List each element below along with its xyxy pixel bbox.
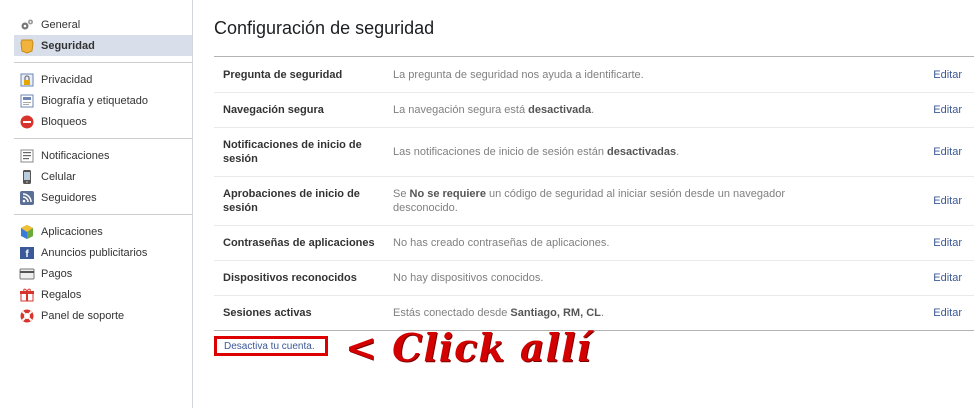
settings-row: Pregunta de seguridad La pregunta de segu… (214, 57, 974, 92)
gift-icon (19, 287, 35, 303)
lifebuoy-icon (19, 308, 35, 324)
sidebar-item-regalos[interactable]: Regalos (14, 284, 192, 305)
sidebar-group: General Seguridad (14, 0, 192, 63)
description-text: La navegación segura está (393, 104, 529, 116)
gears-icon (19, 17, 35, 33)
edit-link[interactable]: Editar (933, 272, 974, 284)
sidebar-item-label: General (41, 18, 81, 31)
sidebar-item-label: Anuncios publicitarios (41, 246, 148, 259)
sidebar-item-biografía-y-etiquetado[interactable]: Biografía y etiquetado (14, 90, 192, 111)
sidebar-item-bloqueos[interactable]: Bloqueos (14, 111, 192, 132)
notification-icon (19, 148, 35, 164)
setting-label: Pregunta de seguridad (223, 68, 343, 81)
setting-label: Notificaciones de inicio de sesión (223, 139, 362, 165)
sidebar-item-notificaciones[interactable]: Notificaciones (14, 145, 192, 166)
page-title: Configuración de seguridad (214, 18, 435, 38)
ads-icon: f (19, 245, 35, 261)
description-text: . (600, 307, 604, 319)
setting-description: Estás conectado desde Santiago, RM, CL. (393, 306, 803, 320)
sidebar-item-label: Pagos (41, 267, 73, 280)
setting-description: La pregunta de seguridad nos ayuda a ide… (393, 68, 803, 82)
security-settings-table: Pregunta de seguridad La pregunta de segu… (214, 56, 974, 331)
edit-link[interactable]: Editar (933, 69, 974, 81)
description-text: Las notificaciones de inicio de sesión e… (393, 146, 608, 158)
settings-sidebar: General Seguridad Privacidad Biografía y et… (0, 0, 193, 408)
sidebar-item-anuncios-publicitarios[interactable]: f Anuncios publicitarios (14, 242, 192, 263)
settings-row: Dispositivos reconocidos No hay dispositi… (214, 260, 974, 295)
setting-description: No hay dispositivos conocidos. (393, 271, 803, 285)
sidebar-item-aplicaciones[interactable]: Aplicaciones (14, 221, 192, 242)
shield-badge-icon (19, 38, 35, 54)
credit-card-icon (19, 266, 35, 282)
annotation-highlight-box: Desactiva tu cuenta. (214, 336, 328, 356)
click-here-annotation: < Click allí (345, 325, 592, 370)
sidebar-group: Notificaciones Celular Seguidores (14, 139, 192, 215)
description-text: No has creado contraseñas de aplicacione… (393, 237, 610, 249)
sidebar-item-seguridad[interactable]: Seguridad (14, 35, 192, 56)
sidebar-item-label: Regalos (41, 288, 82, 301)
sidebar-item-celular[interactable]: Celular (14, 166, 192, 187)
sidebar-item-panel-de-soporte[interactable]: Panel de soporte (14, 305, 192, 326)
sidebar-item-label: Aplicaciones (41, 225, 103, 238)
setting-label: Dispositivos reconocidos (223, 272, 357, 284)
rss-icon (19, 190, 35, 206)
sidebar-item-privacidad[interactable]: Privacidad (14, 69, 192, 90)
sidebar-item-label: Celular (41, 170, 76, 183)
sidebar-item-label: Seguridad (41, 39, 95, 52)
description-emphasis: desactivada (528, 104, 592, 116)
description-text: Se (393, 188, 410, 200)
settings-row: Navegación segura La navegación segura es… (214, 92, 974, 127)
setting-label: Contraseñas de aplicaciones (223, 237, 375, 249)
description-text: . (676, 146, 680, 158)
edit-link[interactable]: Editar (933, 146, 974, 158)
description-text: . (591, 104, 595, 116)
setting-description: Se No se requiere un código de seguridad… (393, 187, 803, 215)
description-text: No hay dispositivos conocidos. (393, 272, 544, 284)
setting-description: La navegación segura está desactivada. (393, 103, 803, 117)
sidebar-group: Aplicaciones f Anuncios publicitarios Pagos… (14, 215, 192, 332)
deactivate-account-link[interactable]: Desactiva tu cuenta. (224, 341, 315, 352)
settings-row: Contraseñas de aplicaciones No has creado… (214, 225, 974, 260)
sidebar-item-label: Biografía y etiquetado (41, 94, 149, 107)
sidebar-group: Privacidad Biografía y etiquetado Bloqueos (14, 63, 192, 139)
description-text: La pregunta de seguridad nos ayuda a ide… (393, 68, 644, 81)
setting-label: Aprobaciones de inicio de sesión (223, 188, 360, 214)
description-emphasis: Santiago, RM, CL (510, 307, 601, 319)
description-emphasis: No se requiere (409, 188, 486, 200)
setting-description: No has creado contraseñas de aplicacione… (393, 236, 803, 250)
mobile-icon (19, 169, 35, 185)
sidebar-item-general[interactable]: General (14, 14, 192, 35)
lock-icon (19, 72, 35, 88)
setting-label: Navegación segura (223, 104, 324, 116)
main-content: Configuración de seguridad Pregunta de s… (214, 0, 974, 331)
edit-link[interactable]: Editar (933, 104, 974, 116)
sidebar-item-label: Panel de soporte (41, 309, 125, 322)
settings-row: Sesiones activas Estás conectado desde Sa… (214, 295, 974, 330)
sidebar-item-pagos[interactable]: Pagos (14, 263, 192, 284)
settings-row: Notificaciones de inicio de sesión Las no… (214, 127, 974, 176)
setting-description: Las notificaciones de inicio de sesión e… (393, 145, 803, 159)
edit-link[interactable]: Editar (933, 307, 974, 319)
sidebar-item-seguidores[interactable]: Seguidores (14, 187, 192, 208)
edit-link[interactable]: Editar (933, 195, 974, 207)
setting-label: Sesiones activas (223, 307, 312, 319)
apps-cube-icon (19, 224, 35, 240)
edit-link[interactable]: Editar (933, 237, 974, 249)
sidebar-item-label: Seguidores (41, 191, 97, 204)
block-icon (19, 114, 35, 130)
settings-row: Aprobaciones de inicio de sesión Se No se… (214, 176, 974, 225)
description-text: Estás conectado desde (393, 307, 511, 319)
timeline-icon (19, 93, 35, 109)
sidebar-item-label: Privacidad (41, 73, 93, 86)
sidebar-item-label: Notificaciones (41, 149, 110, 162)
sidebar-item-label: Bloqueos (41, 115, 87, 128)
description-emphasis: desactivadas (607, 146, 677, 158)
